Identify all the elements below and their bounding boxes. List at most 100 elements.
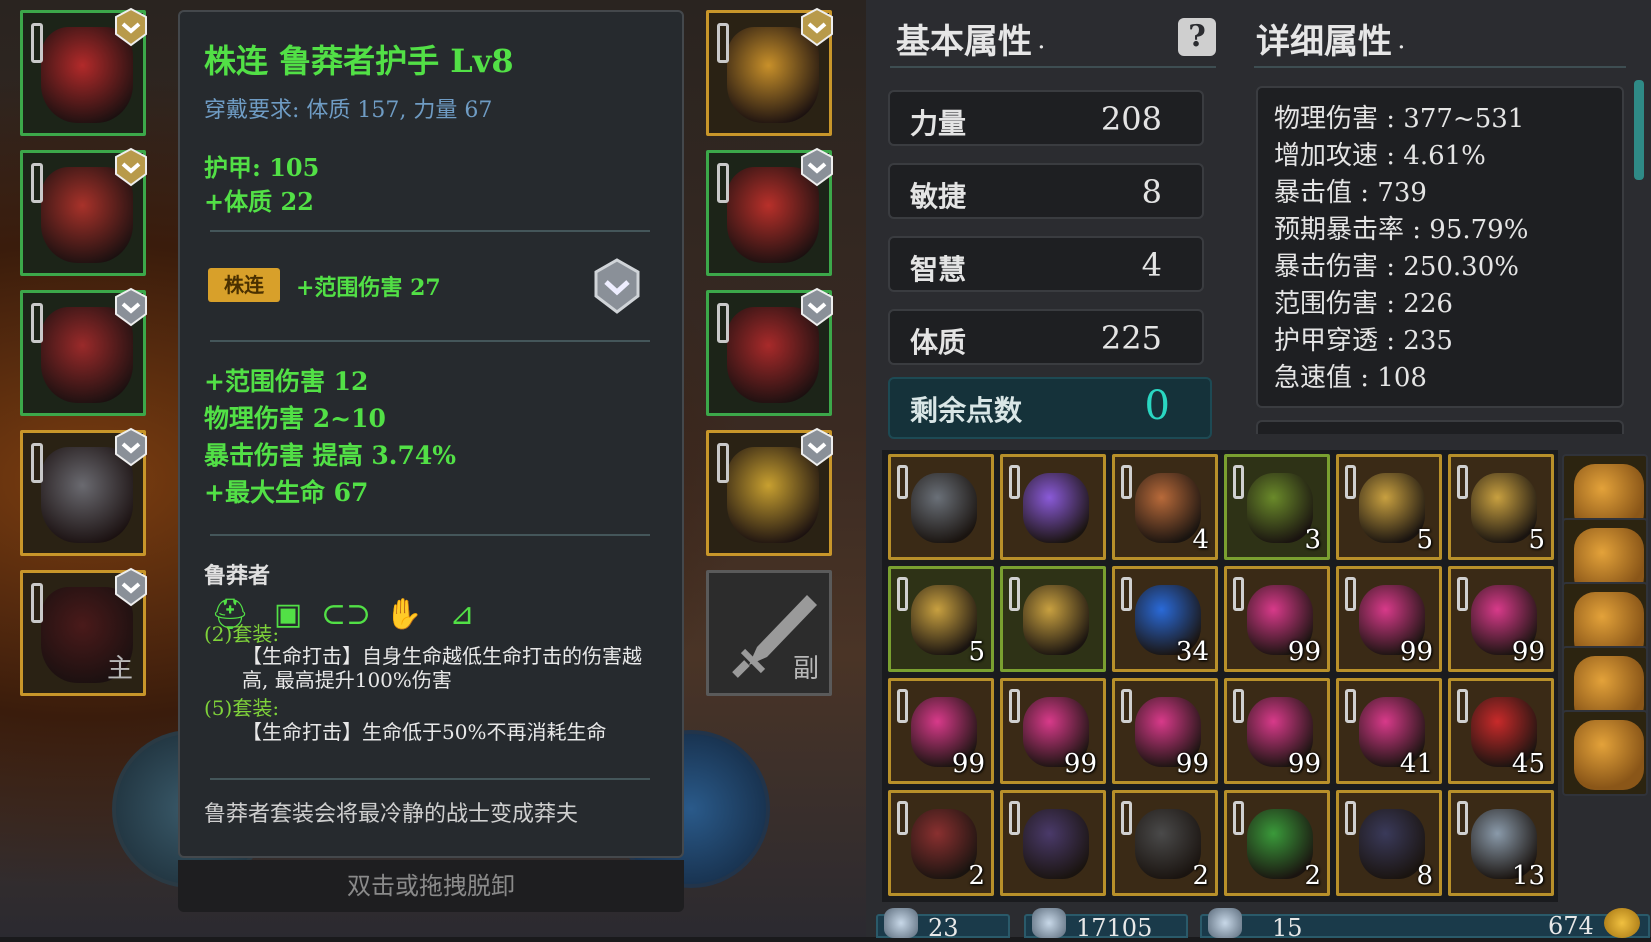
silver-shield-icon — [799, 147, 835, 187]
lock-icon — [31, 303, 43, 343]
lock-icon — [897, 465, 908, 499]
stat-value: 4 — [1141, 246, 1162, 284]
inventory-slot[interactable]: 8 — [1336, 790, 1442, 896]
lock-icon — [1233, 577, 1244, 611]
equip-slot-chest[interactable] — [20, 147, 147, 276]
inventory-slot[interactable]: 2 — [1112, 790, 1218, 896]
gold-shield-icon — [113, 7, 149, 47]
item-count: 99 — [1287, 637, 1321, 667]
equip-slot-ring[interactable] — [20, 427, 147, 556]
amethyst-icon — [1023, 473, 1089, 543]
inventory-slot[interactable]: 4 — [1112, 454, 1218, 560]
lock-icon — [717, 23, 729, 63]
inventory-slot[interactable]: 13 — [1448, 790, 1554, 896]
lock-icon — [897, 801, 908, 835]
item-count: 4 — [1192, 525, 1209, 555]
detail-attributes-title[interactable]: 详细属性 · — [1256, 14, 1405, 63]
stat-2: 智慧 4 — [888, 236, 1204, 292]
slot-tag-label: 主 — [106, 654, 133, 684]
detail-row: 物理伤害 : 377~531 — [1274, 104, 1525, 134]
equip-slot-boots[interactable] — [706, 287, 833, 416]
item-armor: 护甲: 105 — [204, 153, 320, 182]
item-count: 99 — [1063, 749, 1097, 779]
equip-slot-helmet[interactable] — [20, 7, 149, 136]
detail-attributes-list-next — [1256, 420, 1624, 434]
lock-icon — [31, 23, 43, 63]
item-base-bonus: +体质 22 — [204, 187, 314, 216]
inventory-slot[interactable]: 5 — [1336, 454, 1442, 560]
lock-icon — [31, 583, 43, 623]
remaining-points-value: 0 — [1144, 383, 1170, 429]
bag-slot[interactable] — [1562, 710, 1648, 796]
inventory-slot[interactable]: 99 — [1336, 566, 1442, 672]
inventory-slot[interactable]: 34 — [1112, 566, 1218, 672]
inventory-slot[interactable] — [888, 454, 994, 560]
lock-icon — [717, 443, 729, 483]
item-count: 2 — [1192, 861, 1209, 891]
lock-icon — [897, 689, 908, 723]
inventory-slot[interactable]: 99 — [1112, 678, 1218, 784]
lock-icon — [1233, 801, 1244, 835]
affix-line: +范围伤害 12 — [204, 367, 369, 396]
item-count: 5 — [1528, 525, 1545, 555]
gold-shield-icon — [799, 7, 835, 47]
detail-row: 暴击值 : 739 — [1274, 178, 1427, 208]
belt-icon: ⊂⊃ — [320, 596, 372, 632]
divider — [210, 230, 650, 232]
detail-scrollbar[interactable] — [1634, 80, 1644, 180]
inventory-slot[interactable]: 99 — [1000, 678, 1106, 784]
silver-shield-icon — [113, 567, 149, 607]
slot-tag-label: 副 — [792, 654, 819, 684]
detail-row: 暴击伤害 : 250.30% — [1274, 252, 1519, 282]
inventory-slot[interactable]: 99 — [1224, 678, 1330, 784]
inventory-slot[interactable] — [1000, 454, 1106, 560]
inventory-slot[interactable] — [1000, 790, 1106, 896]
inventory-slot[interactable]: 99 — [1448, 566, 1554, 672]
item-count: 5 — [1416, 525, 1433, 555]
lock-icon — [1121, 577, 1132, 611]
currency-value: 23 — [928, 914, 959, 942]
equip-slot-gloves[interactable] — [706, 147, 835, 276]
inventory-slot[interactable]: 99 — [888, 678, 994, 784]
inventory-slot[interactable]: 2 — [888, 790, 994, 896]
lock-icon — [1457, 465, 1468, 499]
inventory-slot[interactable]: 99 — [1224, 566, 1330, 672]
silver-shield-icon — [594, 258, 640, 314]
inventory-slot[interactable]: 41 — [1336, 678, 1442, 784]
affix-line: +最大生命 67 — [204, 478, 369, 507]
lock-icon — [31, 443, 43, 483]
crystal-icon — [884, 908, 918, 938]
equip-slot-ring2[interactable] — [706, 427, 833, 556]
lock-icon — [1121, 465, 1132, 499]
lock-icon — [897, 577, 908, 611]
claw-icon — [911, 473, 977, 543]
set5-desc: 【生命打击】生命低于50%不再消耗生命 — [242, 720, 607, 744]
silver-shield-icon — [113, 287, 149, 327]
lock-icon — [1345, 577, 1356, 611]
item-count: 13 — [1511, 861, 1545, 891]
equip-slot-weapon-off[interactable]: 副 — [706, 570, 832, 696]
remaining-points: 剩余点数 0 — [888, 377, 1212, 439]
equip-slot-legs[interactable] — [20, 287, 149, 416]
inventory-slot[interactable]: 45 — [1448, 678, 1554, 784]
equip-slot-amulet[interactable] — [706, 7, 835, 136]
gem-icon — [1208, 908, 1242, 938]
item-requirement: 穿戴要求: 体质 157, 力量 67 — [204, 98, 493, 123]
affix-line: 物理伤害 2~10 — [204, 404, 386, 433]
currency-value: 15 — [1272, 914, 1303, 942]
inventory-slot[interactable]: 5 — [1448, 454, 1554, 560]
currency-bar: 23 — [876, 908, 1010, 942]
inventory-slot[interactable]: 3 — [1224, 454, 1330, 560]
lock-icon — [1121, 801, 1132, 835]
help-icon[interactable]: ? — [1178, 18, 1216, 56]
basic-attributes-title[interactable]: 基本属性 · — [896, 14, 1045, 63]
equip-slot-weapon-main[interactable]: 主 — [20, 567, 149, 696]
item-tooltip: 株连 鲁莽者护手 Lv8 穿戴要求: 体质 157, 力量 67 护甲: 105… — [178, 10, 684, 858]
unequip-hint: 双击或拖拽脱卸 — [178, 860, 684, 912]
inventory-slot[interactable]: 2 — [1224, 790, 1330, 896]
lock-icon — [1457, 801, 1468, 835]
inventory-slot[interactable] — [1000, 566, 1106, 672]
inventory-slot[interactable]: 5 — [888, 566, 994, 672]
divider — [210, 340, 650, 342]
detail-attributes-list[interactable]: 物理伤害 : 377~531 增加攻速 : 4.61% 暴击值 : 739 预期暴击率… — [1256, 86, 1624, 408]
